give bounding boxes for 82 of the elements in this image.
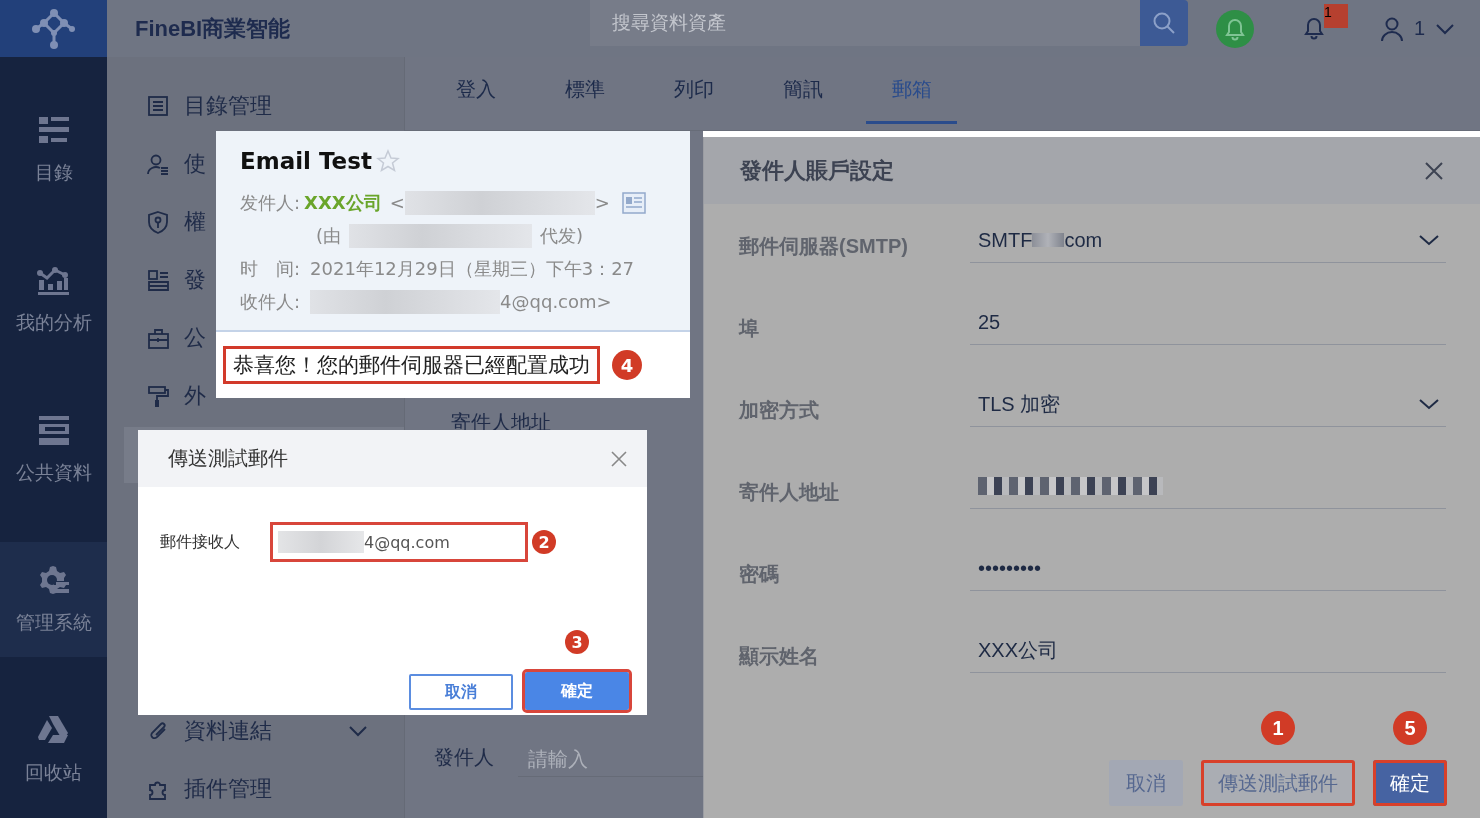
admin-menu-item[interactable]: 插件管理 xyxy=(147,769,272,809)
dropdown-field[interactable]: TLS 加密 xyxy=(970,382,1446,427)
user-icon xyxy=(1380,15,1404,42)
settings-tab[interactable]: 郵箱 xyxy=(866,57,957,124)
search-icon xyxy=(1152,11,1176,35)
close-button[interactable] xyxy=(1424,160,1444,181)
field-label: 顯示姓名 xyxy=(739,644,820,669)
search-button[interactable] xyxy=(1140,0,1188,46)
field-label: 埠 xyxy=(739,316,760,341)
field-label: 加密方式 xyxy=(739,398,820,423)
contact-card-icon xyxy=(621,191,646,214)
field-label: 郵件伺服器(SMTP) xyxy=(739,234,909,259)
bracket-text: > xyxy=(594,192,610,213)
dialog-button[interactable]: 取消 xyxy=(409,674,513,710)
recipient-address: 4@qq.com> xyxy=(500,291,612,312)
rail-nav-item[interactable]: 管理系統 xyxy=(0,542,107,657)
admin-menu-item[interactable]: 外 xyxy=(147,376,206,416)
shield-icon xyxy=(147,210,170,234)
step-number-badge: 2 xyxy=(532,530,556,554)
panel-title: 發件人賬戶設定 xyxy=(740,156,894,185)
admin-menu-item[interactable]: 目錄管理 xyxy=(147,86,272,126)
admin-menu-item[interactable]: 資料連結 xyxy=(147,711,368,751)
step-number-badge: 1 xyxy=(1261,711,1295,745)
sender-name: XXX公司 xyxy=(304,190,382,215)
via-text: (由 xyxy=(316,223,342,248)
close-icon xyxy=(1424,160,1444,181)
admin-menu-item[interactable]: 發 xyxy=(147,260,206,300)
field-label: 郵件接收人 xyxy=(160,531,240,553)
step-number-badge: 3 xyxy=(565,630,589,654)
layout-icon xyxy=(147,268,170,292)
list-icon xyxy=(147,94,170,118)
settings-tab[interactable]: 列印 xyxy=(648,57,739,124)
recipient-input-field[interactable]: 4@qq.com xyxy=(270,522,528,562)
step-number-badge: 1 xyxy=(1324,3,1348,28)
user-list-icon xyxy=(147,152,170,176)
paint-roller-icon xyxy=(147,384,170,408)
caret-icon xyxy=(1435,22,1456,35)
notification-button[interactable] xyxy=(1216,9,1254,48)
field-label: 寄件人地址 xyxy=(739,480,840,505)
via-text: 代发) xyxy=(540,223,584,248)
email-time: 2021年12月29日（星期三）下午3：27 xyxy=(310,256,635,281)
input-field[interactable]: XXX公司 xyxy=(970,628,1446,673)
input-field[interactable]: ••••••••• xyxy=(970,546,1446,591)
step-number-badge: 4 xyxy=(612,350,642,380)
field-label: 收件人: xyxy=(240,289,301,314)
search-field[interactable]: 搜尋資料資產 xyxy=(590,0,1140,46)
admin-menu-item[interactable]: 使 xyxy=(147,144,206,184)
field-label: 密碼 xyxy=(739,562,780,587)
chevron-icon xyxy=(1418,234,1440,246)
stacked-boxes-icon xyxy=(36,413,71,446)
close-icon xyxy=(611,450,627,467)
field-label: 发件人: xyxy=(240,190,301,215)
dropdown-field[interactable]: SMTF com xyxy=(970,218,1446,263)
briefcase-icon xyxy=(147,326,170,350)
settings-tab[interactable]: 簡訊 xyxy=(757,57,848,124)
email-subject: Email Test xyxy=(240,148,372,174)
star-icon xyxy=(375,149,400,173)
close-button[interactable] xyxy=(611,450,627,467)
success-message: 恭喜您！您的郵件伺服器已經配置成功 xyxy=(223,346,600,384)
admin-menu-item[interactable]: 權 xyxy=(147,202,206,242)
panel-button[interactable]: 取消 xyxy=(1109,760,1183,806)
user-menu[interactable]: 1 xyxy=(1380,15,1456,42)
dialog-title: 傳送測試郵件 xyxy=(168,445,288,472)
bracket-text: < xyxy=(389,192,405,213)
settings-tab[interactable]: 登入 xyxy=(430,57,521,124)
chevron-icon xyxy=(1418,398,1440,410)
rail-nav-item[interactable]: 回收站 xyxy=(0,692,107,807)
rail-nav-item[interactable]: 目錄 xyxy=(0,92,107,207)
step-number-badge: 5 xyxy=(1393,711,1427,745)
triangle-icon xyxy=(36,713,71,746)
network-logo-icon xyxy=(29,6,78,51)
settings-tab[interactable]: 標準 xyxy=(539,57,630,124)
admin-menu-item[interactable]: 公 xyxy=(147,318,206,358)
field-label: 时 间: xyxy=(240,256,301,281)
redaction-block xyxy=(1032,233,1065,247)
field-label: 發件人 xyxy=(434,745,494,770)
app-title: FineBI商業智能 xyxy=(135,14,292,43)
rail-nav-item[interactable]: 我的分析 xyxy=(0,242,107,357)
bell-icon xyxy=(1223,16,1247,41)
rail-nav-item[interactable]: 公共資料 xyxy=(0,392,107,507)
input-field[interactable]: 25 xyxy=(970,300,1446,345)
sender-input-field[interactable]: 請輸入 xyxy=(518,742,703,777)
